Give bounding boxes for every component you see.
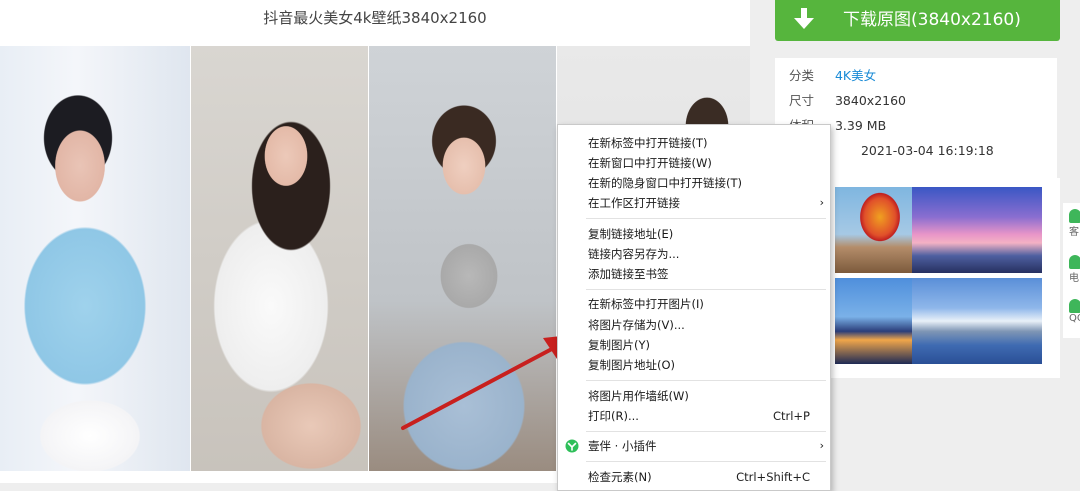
browser-context-menu: 在新标签中打开链接(T) 在新窗口中打开链接(W) 在新的隐身窗口中打开链接(T… [557,124,831,491]
menu-item-label: 将图片用作墙纸(W) [588,389,689,403]
menu-item-label: 将图片存储为(V)... [588,318,685,332]
yiban-plugin-icon [565,439,579,453]
menu-item-open-link-new-window[interactable]: 在新窗口中打开链接(W) [558,153,830,173]
menu-item-shortcut: Ctrl+Shift+C [736,470,810,484]
menu-item-label: 复制图片(Y) [588,338,650,352]
download-original-button[interactable]: 下载原图(3840x2160) [775,0,1060,41]
menu-item-label: 检查元素(N) [588,470,652,484]
service-tool-label-1: 客 [1069,227,1079,238]
download-button-label: 下载原图(3840x2160) [843,10,1021,30]
service-tool-item-1[interactable]: 客 [1069,209,1080,238]
service-qq-icon [1069,299,1080,313]
page-title: 抖音最火美女4k壁纸3840x2160 [263,9,487,27]
menu-item-label: 复制图片地址(O) [588,358,676,372]
service-tool-label-2: 电 [1069,273,1079,284]
info-size-row: 尺寸 3840x2160 [789,91,906,111]
menu-separator [586,218,826,219]
menu-item-set-wallpaper[interactable]: 将图片用作墙纸(W) [558,386,830,406]
floating-service-toolbar: 客 电 QQ [1063,203,1080,338]
menu-item-label: 在新标签中打开图片(I) [588,297,704,311]
menu-item-print[interactable]: 打印(R)... Ctrl+P [558,406,830,426]
info-category-link[interactable]: 4K美女 [835,68,876,83]
menu-item-save-image-as[interactable]: 将图片存储为(V)... [558,315,830,335]
menu-item-save-link-as[interactable]: 链接内容另存为... [558,244,830,264]
menu-separator [586,289,826,290]
menu-item-label: 在工作区打开链接 [588,196,680,210]
menu-separator [586,431,826,432]
info-size-value: 3840x2160 [834,93,907,108]
menu-item-inspect-element[interactable]: 检查元素(N) Ctrl+Shift+C [558,467,830,487]
menu-item-copy-image[interactable]: 复制图片(Y) [558,335,830,355]
menu-item-bookmark-link[interactable]: 添加链接至书签 [558,264,830,284]
info-time-value: 2021-03-04 16:19:18 [860,143,994,158]
menu-item-label: 打印(R)... [588,409,639,423]
download-arrow-icon [794,8,814,29]
menu-item-label: 复制链接地址(E) [588,227,674,241]
menu-item-open-image-new-tab[interactable]: 在新标签中打开图片(I) [558,294,830,314]
info-filesize-value: 3.39 MB [834,118,887,133]
service-tool-item-3[interactable]: QQ [1069,299,1080,324]
menu-item-label: 添加链接至书签 [588,267,669,281]
menu-item-label: 壹伴 · 小插件 [588,439,657,453]
submenu-chevron-icon: › [819,196,824,209]
menu-item-yiban-plugin[interactable]: 壹伴 · 小插件 › [558,436,830,456]
menu-item-label: 在新标签中打开链接(T) [588,136,708,150]
menu-item-copy-link[interactable]: 复制链接地址(E) [558,224,830,244]
wallpaper-photo-panel-1[interactable] [0,46,190,471]
menu-separator [586,461,826,462]
service-tool-label-3: QQ [1069,313,1080,324]
wallpaper-photo-panel-2[interactable] [191,46,368,471]
related-thumbnail-sunset-sky[interactable] [912,187,1042,273]
menu-separator [586,380,826,381]
menu-item-shortcut: Ctrl+P [772,409,810,423]
menu-item-label: 链接内容另存为... [588,247,680,261]
menu-item-label: 在新的隐身窗口中打开链接(T) [588,176,742,190]
menu-item-open-link-new-tab[interactable]: 在新标签中打开链接(T) [558,133,830,153]
info-category-key: 分类 [789,68,815,83]
service-tool-item-2[interactable]: 电 [1069,255,1080,284]
info-category-row: 分类 4K美女 [789,66,876,86]
submenu-chevron-icon: › [819,439,824,452]
menu-item-copy-image-address[interactable]: 复制图片地址(O) [558,355,830,375]
menu-item-open-link-incognito[interactable]: 在新的隐身窗口中打开链接(T) [558,173,830,193]
menu-item-label: 在新窗口中打开链接(W) [588,156,712,170]
info-size-key: 尺寸 [789,93,815,108]
service-chat-icon [1069,209,1080,223]
menu-item-open-link-workspace[interactable]: 在工作区打开链接 › [558,193,830,213]
service-phone-icon [1069,255,1080,269]
related-thumbnail-snow-mountain[interactable] [912,278,1042,364]
